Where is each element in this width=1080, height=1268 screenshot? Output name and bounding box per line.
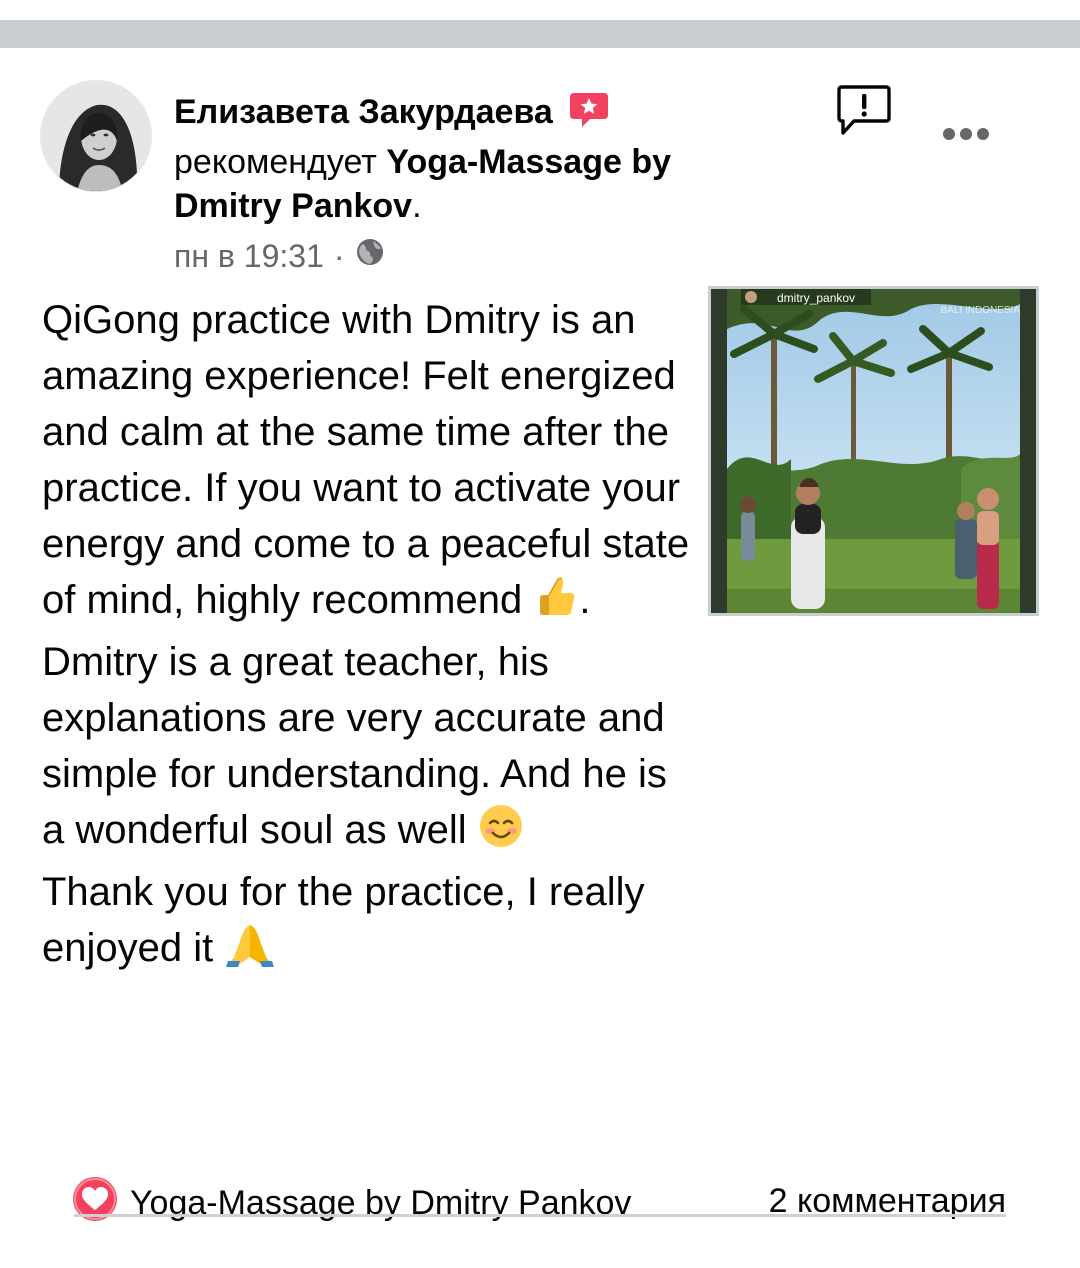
- footer-page-name: Yoga-Massage by Dmitry Pankov: [130, 1184, 632, 1222]
- recommend-badge-icon: [568, 91, 610, 140]
- body-paragraph-1: QiGong practice with Dmitry is an amazin…: [42, 298, 701, 622]
- post-header: Елизавета Закурдаева рекомендует Yoga-Ma…: [174, 90, 734, 278]
- meta-separator: ·: [333, 238, 345, 274]
- thumbs-up-emoji: [533, 573, 579, 634]
- photo-watermark-location: BALI INDONESIA: [940, 305, 1020, 316]
- post-body: QiGong practice with Dmitry is an amazin…: [42, 292, 692, 982]
- recommendation-post: Елизавета Закурдаева рекомендует Yoga-Ma…: [0, 48, 1080, 1268]
- page-suffix: .: [412, 187, 422, 225]
- more-options-icon[interactable]: [940, 124, 992, 144]
- author-avatar[interactable]: [40, 80, 152, 192]
- post-footer: Yoga-Massage by Dmitry Pankov 2 коммента…: [72, 1176, 1006, 1226]
- footer-page-link[interactable]: Yoga-Massage by Dmitry Pankov: [72, 1176, 631, 1231]
- folded-hands-emoji: [224, 921, 276, 982]
- post-meta: пн в 19:31 ·: [174, 234, 734, 278]
- report-icon[interactable]: [836, 84, 892, 138]
- photo-watermark-user: dmitry_pankov: [777, 291, 856, 305]
- recommend-line: рекомендует Yoga-Massage by Dmitry Panko…: [174, 140, 734, 228]
- recommend-verb: рекомендует: [174, 143, 377, 181]
- feed-divider: [0, 0, 1080, 48]
- author-name[interactable]: Елизавета Закурдаева: [174, 93, 553, 131]
- post-timestamp[interactable]: пн в 19:31: [174, 234, 324, 278]
- author-line: Елизавета Закурдаева: [174, 90, 734, 140]
- body-paragraph-3: Dmitry is a great teacher, his explanati…: [42, 640, 678, 852]
- body-paragraph-2: .: [579, 578, 591, 622]
- globe-icon: [355, 234, 385, 278]
- post-photo[interactable]: dmitry_pankov BALI INDONESIA: [708, 286, 1039, 616]
- heart-badge-icon: [72, 1176, 118, 1231]
- footer-divider: [74, 1214, 1006, 1217]
- smiling-face-emoji: [478, 803, 524, 864]
- body-paragraph-4: Thank you for the practice, I really enj…: [42, 870, 656, 970]
